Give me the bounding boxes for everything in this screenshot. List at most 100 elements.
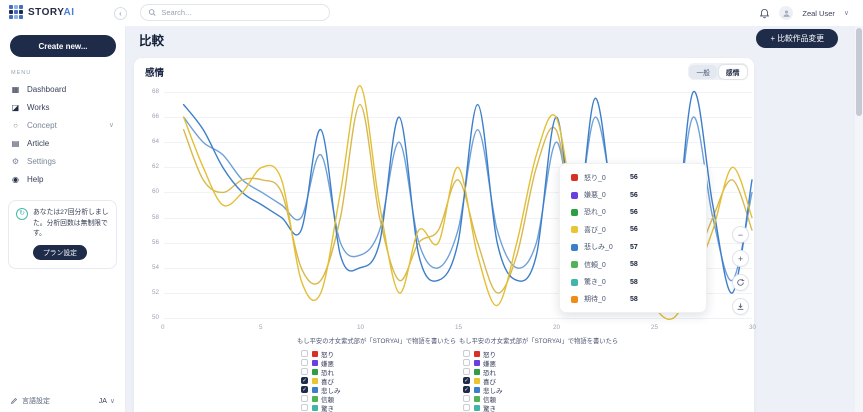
legend-checkbox[interactable] (463, 404, 470, 411)
legend-checkbox[interactable] (463, 359, 470, 366)
legend-color-square (474, 378, 480, 384)
zoom-out-button[interactable]: − (732, 226, 749, 243)
y-tick-label: 50 (134, 314, 159, 321)
concept-icon: ○ (11, 121, 20, 130)
zoom-in-button[interactable]: + (732, 250, 749, 267)
tooltip-row: 恐れ_056 (560, 204, 706, 221)
sidebar-collapse-icon[interactable]: ‹ (114, 7, 127, 20)
series-color-dot (571, 209, 578, 216)
search-icon (148, 8, 156, 17)
legend-color-square (312, 378, 318, 384)
notification-bell-icon[interactable] (759, 8, 770, 19)
tooltip-series-label: 期待_0 (584, 294, 630, 304)
main-content: 比較 + 比較作品変更 感情 一般 感情 6866646260585654525… (126, 26, 863, 412)
logo-grid-icon (9, 5, 23, 19)
legend-checkbox[interactable] (463, 368, 470, 375)
legend-group-title: もし平安の才女紫式部が「STORYAI」で物語を書いたら (459, 336, 619, 345)
user-name[interactable]: Zeal User (802, 9, 835, 18)
emotion-chart-card: 感情 一般 感情 6866646260585654525005101520253… (134, 58, 754, 412)
user-avatar-icon (782, 9, 791, 18)
legend-checkbox[interactable] (301, 395, 308, 402)
search-input[interactable] (161, 8, 322, 17)
series-color-dot (571, 226, 578, 233)
sidebar-item-help[interactable]: ◉Help (0, 170, 125, 188)
toggle-general[interactable]: 一般 (689, 65, 717, 79)
sidebar-item-article[interactable]: ▤Article (0, 134, 125, 152)
y-tick-label: 64 (134, 138, 159, 145)
series-color-dot (571, 244, 578, 251)
change-comparison-works-button[interactable]: + 比較作品変更 (756, 29, 838, 48)
legend-checkbox[interactable]: ✓ (301, 386, 308, 393)
language-label: 言語設定 (22, 396, 50, 406)
y-tick-label: 66 (134, 113, 159, 120)
topbar-right: Zeal User ∨ (759, 0, 849, 26)
sidebar-item-concept[interactable]: ○ Concept ∨ (0, 116, 125, 134)
legend-checkbox[interactable] (301, 368, 308, 375)
sidebar-item-label: Works (27, 103, 50, 112)
legend-color-square (312, 351, 318, 357)
sidebar-menu: ▦Dashboard ◪ Works ○ Concept ∨ ▤Article⚙Settin… (0, 80, 125, 188)
sidebar-item-dashboard[interactable]: ▦Dashboard (0, 80, 125, 98)
create-new-button[interactable]: Create new... (10, 35, 116, 57)
sidebar-item-label: Article (27, 139, 49, 148)
legend-checkbox[interactable] (301, 359, 308, 366)
chevron-down-icon[interactable]: ∨ (109, 121, 114, 129)
tooltip-series-value: 56 (630, 192, 638, 199)
legend-checkbox[interactable]: ✓ (463, 377, 470, 384)
toggle-emotion[interactable]: 感情 (719, 65, 747, 79)
user-menu-chevron-icon[interactable]: ∨ (844, 9, 849, 17)
tooltip-row: 悲しみ_057 (560, 239, 706, 256)
legend-color-square (312, 396, 318, 402)
legend-checkbox[interactable] (301, 404, 308, 411)
reset-icon (736, 278, 745, 287)
works-icon: ◪ (11, 103, 20, 112)
chart-tooltip: 怒り_056嫌悪_056恐れ_056喜び_056悲しみ_057信頼_058驚き_… (559, 163, 707, 313)
y-tick-label: 58 (134, 214, 159, 221)
help-icon: ◉ (11, 175, 20, 184)
tooltip-row: 怒り_056 (560, 169, 706, 186)
legend-checkbox[interactable]: ✓ (301, 377, 308, 384)
sidebar-item-label: Settings (27, 157, 56, 166)
sidebar: Create new... MENU ▦Dashboard◪Works○Conc… (0, 26, 126, 412)
tooltip-series-value: 58 (630, 261, 638, 268)
series-color-dot (571, 296, 578, 303)
sidebar-item-works[interactable]: ◪ Works (0, 98, 125, 116)
legend-checkbox[interactable]: ✓ (463, 386, 470, 393)
dashboard-icon: ▦ (11, 85, 20, 94)
legend-checkbox[interactable] (301, 350, 308, 357)
y-tick-label: 52 (134, 289, 159, 296)
reset-view-button[interactable] (732, 274, 749, 291)
usage-notice-text: あなたは27回分析しました。分析回数は無制限です。 (33, 208, 109, 240)
tooltip-series-value: 58 (630, 279, 638, 286)
legend-color-square (474, 351, 480, 357)
tooltip-series-value: 57 (630, 244, 638, 251)
language-setting-row[interactable]: 言語設定 JA∨ (10, 396, 115, 406)
app-logo[interactable]: STORYAI (9, 5, 74, 19)
plus-icon: + (738, 254, 743, 264)
legend-checkbox[interactable] (463, 395, 470, 402)
language-chevron-icon[interactable]: ∨ (110, 397, 115, 405)
y-tick-label: 68 (134, 88, 159, 95)
search-box[interactable] (140, 4, 330, 21)
chart-mode-toggle: 一般 感情 (688, 63, 748, 80)
y-tick-label: 62 (134, 163, 159, 170)
page-title: 比較 (139, 30, 164, 49)
series-color-dot (571, 261, 578, 268)
sidebar-item-label: Concept (27, 121, 57, 130)
plan-settings-button[interactable]: プラン設定 (33, 245, 87, 260)
legend-color-square (474, 369, 480, 375)
series-color-dot (571, 174, 578, 181)
legend-group-1: もし平安の才女紫式部が「STORYAI」で物語を書いたら怒り嫌悪恐れ✓喜び✓悲し… (459, 336, 619, 412)
minus-icon: − (738, 230, 743, 240)
download-button[interactable] (732, 298, 749, 315)
user-avatar[interactable] (779, 6, 793, 20)
legend-color-square (312, 405, 318, 411)
legend-checkbox[interactable] (463, 350, 470, 357)
usage-notice-icon: ↻ (16, 208, 28, 220)
tooltip-series-label: 喜び_0 (584, 225, 630, 235)
main-scrollbar[interactable] (855, 26, 863, 412)
scrollbar-thumb[interactable] (856, 28, 862, 116)
legend-group-title: もし平安の才女紫式部が「STORYAI」で物語を書いたら (297, 336, 457, 345)
sidebar-item-settings[interactable]: ⚙Settings (0, 152, 125, 170)
y-tick-label: 60 (134, 188, 159, 195)
